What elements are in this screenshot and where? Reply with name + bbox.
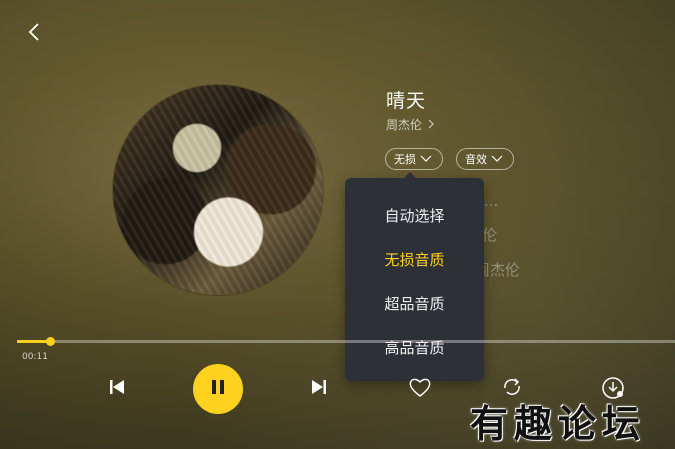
skip-previous-icon	[108, 378, 126, 400]
back-button[interactable]	[22, 22, 46, 46]
artist-name: 周杰伦	[386, 118, 423, 132]
pause-icon	[209, 378, 227, 400]
favorite-button[interactable]	[408, 377, 432, 401]
effects-label: 音效	[465, 153, 487, 166]
chevron-down-icon	[491, 153, 503, 166]
album-art-texture	[113, 85, 323, 295]
artist-link[interactable]: 周杰伦	[386, 116, 434, 133]
menu-item-high[interactable]: 高品音质	[345, 325, 484, 369]
chevron-right-icon	[428, 118, 434, 132]
play-pause-button[interactable]	[193, 364, 243, 414]
song-title: 晴天	[386, 90, 427, 112]
quality-button[interactable]: 无损	[385, 148, 443, 170]
menu-item-lossless[interactable]: 无损音质	[345, 237, 484, 281]
progress-thumb[interactable]	[45, 337, 55, 346]
background-blur	[0, 0, 675, 449]
previous-button[interactable]	[105, 377, 129, 401]
quality-dropdown-menu: 自动选择 无损音质 超品音质 高品音质	[345, 172, 484, 381]
quality-label: 无损	[394, 153, 416, 166]
lyric-line: ...	[484, 192, 499, 210]
effects-button[interactable]: 音效	[456, 148, 514, 170]
album-cover	[113, 85, 323, 295]
chevron-down-icon	[420, 153, 432, 166]
skip-next-icon	[310, 378, 328, 400]
menu-item-super[interactable]: 超品音质	[345, 281, 484, 325]
next-button[interactable]	[307, 377, 331, 401]
progress-bar[interactable]	[17, 337, 675, 346]
elapsed-time: 00:11	[22, 352, 48, 362]
progress-fill	[17, 340, 50, 343]
chevron-left-icon	[27, 22, 41, 46]
menu-item-auto[interactable]: 自动选择	[345, 193, 484, 237]
heart-icon	[408, 376, 432, 402]
forum-watermark: 有趣论坛	[470, 401, 647, 446]
